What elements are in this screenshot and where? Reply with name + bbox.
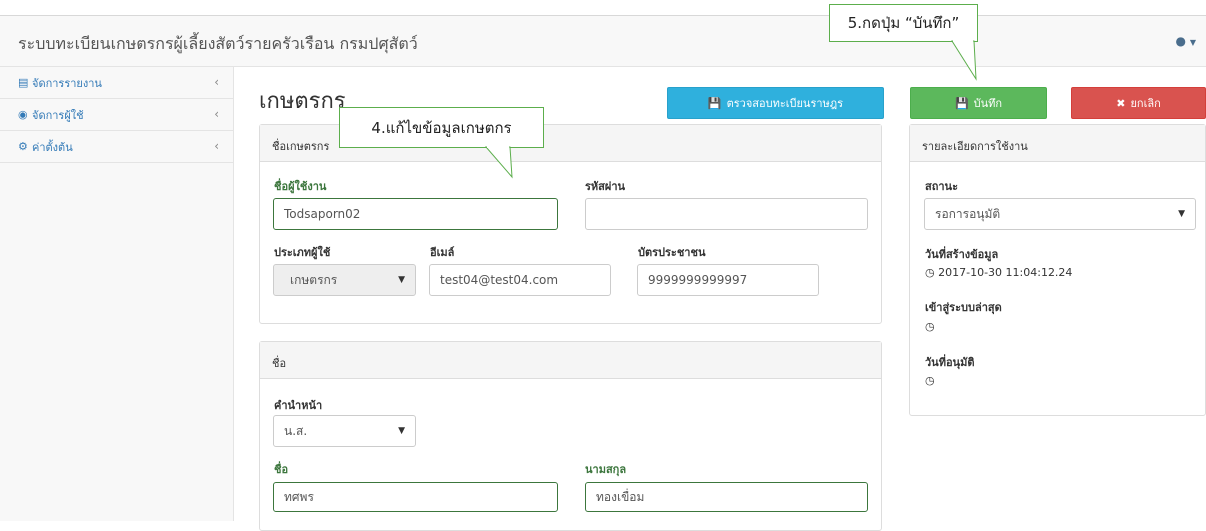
page-title: เกษตรกร — [259, 89, 346, 114]
username-input[interactable]: Todsaporn02 — [273, 198, 558, 230]
users-icon: ◉ — [18, 108, 28, 121]
email-label: อีเมล์ — [430, 246, 455, 259]
usage-details-panel: รายละเอียดการใช้งาน สถานะ รอการอนุมัติ ▼… — [909, 124, 1206, 416]
report-icon: ▤ — [18, 76, 29, 89]
save-label: บันทึก — [973, 97, 1003, 110]
caret-down-icon: ▼ — [1178, 209, 1185, 219]
caret-down-icon: ▼ — [1189, 38, 1196, 47]
approved-label: วันที่อนุมัติ — [925, 356, 975, 369]
panel-heading: รายละเอียดการใช้งาน — [910, 125, 1205, 162]
clock-icon: ◷ — [925, 320, 935, 333]
approved-info: ◷ — [925, 374, 935, 387]
caret-down-icon: ▼ — [398, 426, 405, 436]
created-value: 2017-10-30 11:04:12.24 — [938, 266, 1073, 279]
cancel-label: ยกเลิก — [1130, 97, 1161, 110]
user-type-label: ประเภทผู้ใช้ — [274, 246, 331, 259]
sidebar: ▤ จัดการรายงาน ‹ ◉ จัดการผู้ใช้ ‹ ⚙ ค่าต… — [0, 67, 234, 521]
save-icon: 💾 — [707, 96, 722, 110]
caret-down-icon: ▼ — [398, 275, 405, 285]
id-card-label: บัตรประชาชน — [638, 246, 706, 259]
cancel-button[interactable]: ✖ ยกเลิก — [1071, 87, 1206, 119]
user-type-select[interactable]: เกษตรกร ▼ — [273, 264, 416, 296]
password-label: รหัสผ่าน — [585, 180, 626, 193]
prefix-select[interactable]: น.ส. ▼ — [273, 415, 416, 447]
gears-icon: ⚙ — [18, 140, 28, 153]
username-label: ชื่อผู้ใช้งาน — [274, 180, 327, 193]
sidebar-item-label: จัดการรายงาน — [32, 76, 102, 90]
last-login-info: ◷ — [925, 320, 935, 333]
prefix-value: น.ส. — [284, 423, 308, 438]
farmer-info-panel: ชื่อเกษตรกร ชื่อผู้ใช้งาน Todsaporn02 รห… — [259, 124, 882, 324]
chevron-left-icon: ‹ — [214, 75, 219, 89]
panel-heading: ชื่อ — [260, 342, 881, 379]
top-navbar: ระบบทะเบียนเกษตรกรผู้เลี้ยงสัตว์รายครัวเ… — [0, 16, 1206, 67]
clock-icon: ◷ — [925, 374, 935, 387]
sidebar-item-users[interactable]: ◉ จัดการผู้ใช้ ‹ — [0, 99, 233, 131]
user-menu[interactable]: ● ▼ — [1176, 34, 1196, 48]
email-input[interactable]: test04@test04.com — [429, 264, 611, 296]
last-login-label: เข้าสู่ระบบล่าสุด — [925, 301, 1002, 314]
first-name-input[interactable]: ทศพร — [273, 482, 558, 512]
chevron-left-icon: ‹ — [214, 107, 219, 121]
created-info: ◷ 2017-10-30 11:04:12.24 — [925, 266, 1072, 279]
close-icon: ✖ — [1116, 96, 1126, 110]
password-input[interactable] — [585, 198, 868, 230]
save-callout: 5.กดปุ่ม “บันทึก” — [829, 4, 978, 42]
sidebar-item-label: จัดการผู้ใช้ — [32, 108, 84, 122]
verify-registry-button[interactable]: 💾 ตรวจสอบทะเบียนราษฎร — [667, 87, 884, 119]
callout-tail — [484, 146, 513, 179]
app-title[interactable]: ระบบทะเบียนเกษตรกรผู้เลี้ยงสัตว์รายครัวเ… — [18, 32, 418, 57]
sidebar-item-reports[interactable]: ▤ จัดการรายงาน ‹ — [0, 67, 233, 99]
save-icon: 💾 — [954, 96, 969, 110]
last-name-input[interactable]: ทองเขื่อม — [585, 482, 868, 512]
status-label: สถานะ — [925, 180, 958, 193]
sidebar-item-settings[interactable]: ⚙ ค่าตั้งต้น ‹ — [0, 131, 233, 163]
save-button[interactable]: 💾 บันทึก — [910, 87, 1047, 119]
status-select[interactable]: รอการอนุมัติ ▼ — [924, 198, 1196, 230]
first-name-label: ชื่อ — [274, 463, 289, 476]
verify-registry-label: ตรวจสอบทะเบียนราษฎร — [726, 97, 844, 110]
name-panel: ชื่อ คำนำหน้า น.ส. ▼ ชื่อ ทศพร นามสกุล ท… — [259, 341, 882, 531]
created-label: วันที่สร้างข้อมูล — [925, 248, 999, 261]
sidebar-item-label: ค่าตั้งต้น — [32, 140, 73, 154]
user-type-value: เกษตรกร — [290, 272, 338, 287]
chevron-left-icon: ‹ — [214, 139, 219, 153]
last-name-label: นามสกุล — [585, 463, 627, 476]
user-icon: ● — [1175, 34, 1187, 48]
callout-tail — [951, 40, 977, 81]
prefix-label: คำนำหน้า — [274, 399, 323, 412]
status-value: รอการอนุมัติ — [935, 206, 1001, 221]
clock-icon: ◷ — [925, 266, 935, 279]
id-card-input[interactable]: 9999999999997 — [637, 264, 819, 296]
edit-farmer-callout: 4.แก้ไขข้อมูลเกษตกร — [339, 107, 544, 148]
